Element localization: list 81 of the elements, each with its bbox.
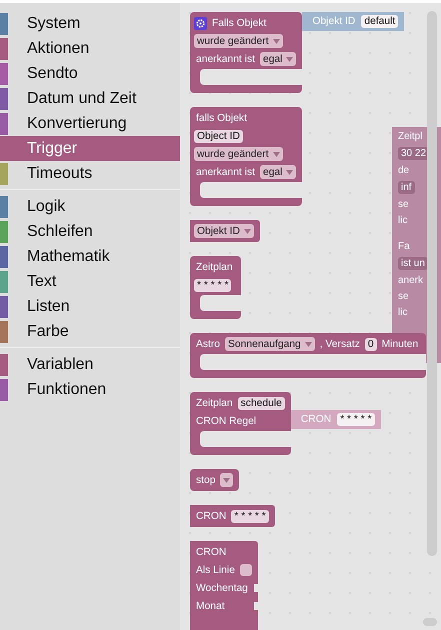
dropdown-field: inf bbox=[398, 181, 415, 194]
category-item[interactable]: Mathematik bbox=[0, 244, 180, 269]
text-field[interactable]: Object ID bbox=[194, 130, 243, 142]
block-label: Objekt ID bbox=[311, 16, 356, 27]
block-label: se bbox=[398, 199, 410, 210]
caret-icon bbox=[223, 478, 230, 482]
category-item[interactable]: Farbe bbox=[0, 319, 180, 344]
dropdown-field[interactable]: wurde geändert bbox=[194, 147, 283, 161]
block-label: Astro bbox=[195, 338, 222, 350]
code-block[interactable]: Falls Objekt wurde geändert anerkannt ist egal bbox=[190, 12, 302, 93]
scrollbar[interactable] bbox=[423, 618, 437, 626]
caret-icon bbox=[272, 152, 280, 156]
text-field[interactable]: schedule bbox=[238, 396, 285, 410]
caret-icon bbox=[304, 342, 312, 346]
block-label: anerk bbox=[398, 275, 424, 286]
code-block[interactable]: falls Objekt Object ID wurde geändert anerkannt ist egal bbox=[190, 107, 302, 206]
block-label: se bbox=[398, 291, 410, 302]
text-field[interactable]: default bbox=[361, 15, 398, 28]
value-block[interactable]: CRON * * * * * bbox=[290, 410, 381, 429]
block-label: Zeitpl bbox=[398, 131, 424, 142]
value-block[interactable]: Objekt ID default bbox=[302, 12, 404, 31]
block-label: falls Objekt bbox=[195, 112, 248, 124]
block-label: Zeitplan bbox=[195, 398, 234, 408]
block-label: anerkannt ist bbox=[195, 166, 256, 178]
category-item[interactable]: Trigger bbox=[0, 136, 180, 161]
category-item[interactable]: Konvertierung bbox=[0, 111, 180, 136]
dropdown-field[interactable]: egal bbox=[260, 52, 296, 66]
scrollbar[interactable] bbox=[427, 11, 437, 556]
category-item[interactable]: Logik bbox=[0, 194, 180, 219]
caret-icon bbox=[272, 38, 280, 44]
block-label: de bbox=[398, 165, 410, 176]
code-block[interactable]: Astro Sonnenaufgang , Versatz 0 Minuten bbox=[190, 333, 426, 378]
category-item[interactable]: Variablen bbox=[0, 352, 180, 377]
block-label: Minuten bbox=[380, 338, 420, 350]
text-field[interactable]: * * * * * bbox=[194, 278, 232, 292]
category-item[interactable]: Datum und Zeit bbox=[0, 86, 180, 111]
block-label: Wochentag bbox=[195, 582, 249, 594]
block-label: CRON Regel bbox=[195, 416, 258, 426]
category-item[interactable]: Sendto bbox=[0, 61, 180, 86]
block-label: Falls Objekt bbox=[211, 18, 268, 28]
caret-icon bbox=[286, 56, 294, 62]
block-label: Monat bbox=[195, 600, 226, 612]
code-block[interactable]: CRON Als Linie Wochentag Monat bbox=[190, 541, 258, 630]
text-field[interactable]: * * * * * bbox=[231, 510, 269, 522]
dropdown-field: ist un bbox=[398, 257, 428, 270]
gear-icon[interactable] bbox=[194, 16, 207, 30]
block-label: lic bbox=[398, 215, 408, 226]
code-block[interactable]: CRON * * * * * bbox=[190, 505, 275, 527]
dropdown-field[interactable]: egal bbox=[260, 165, 296, 179]
category-item[interactable]: Aktionen bbox=[0, 36, 180, 61]
block-label: Als Linie bbox=[195, 564, 236, 576]
block-label: CRON bbox=[195, 510, 228, 522]
caret-icon bbox=[286, 170, 294, 174]
dropdown-field[interactable] bbox=[220, 473, 234, 487]
category-item[interactable]: Listen bbox=[0, 294, 180, 319]
code-block[interactable]: stop bbox=[190, 469, 240, 491]
text-field[interactable]: * * * * * bbox=[337, 413, 375, 426]
statement-slot bbox=[200, 295, 241, 311]
block-label: , Versatz bbox=[318, 338, 361, 350]
block-label: CRON bbox=[195, 546, 228, 558]
category-item[interactable]: System bbox=[0, 11, 180, 36]
dropdown-field[interactable]: wurde geändert bbox=[194, 34, 283, 48]
text-field[interactable]: 0 bbox=[364, 338, 377, 350]
block-label: Zeitplan bbox=[195, 262, 234, 272]
dropdown-field: 30 22 bbox=[398, 147, 430, 160]
category-item[interactable]: Schleifen bbox=[0, 219, 180, 244]
block-label: anerkannt ist bbox=[195, 54, 256, 64]
category-item[interactable]: Funktionen bbox=[0, 377, 180, 402]
code-block[interactable]: Zeitplan * * * * * bbox=[190, 256, 241, 319]
block-label: CRON bbox=[300, 414, 332, 425]
code-block[interactable]: Zeitplan schedule CRON Regel bbox=[190, 392, 291, 455]
block-label: Fa bbox=[398, 241, 411, 252]
block-label: lic bbox=[398, 307, 408, 318]
block-label: stop bbox=[195, 474, 216, 486]
category-item[interactable]: Timeouts bbox=[0, 161, 180, 186]
dropdown-field[interactable]: Objekt ID bbox=[194, 224, 254, 238]
caret-icon bbox=[244, 228, 251, 234]
code-block[interactable]: Objekt ID bbox=[190, 220, 260, 242]
checkbox[interactable] bbox=[240, 564, 252, 576]
category-item[interactable]: Text bbox=[0, 269, 180, 294]
dropdown-field[interactable]: Sonnenaufgang bbox=[225, 337, 315, 351]
